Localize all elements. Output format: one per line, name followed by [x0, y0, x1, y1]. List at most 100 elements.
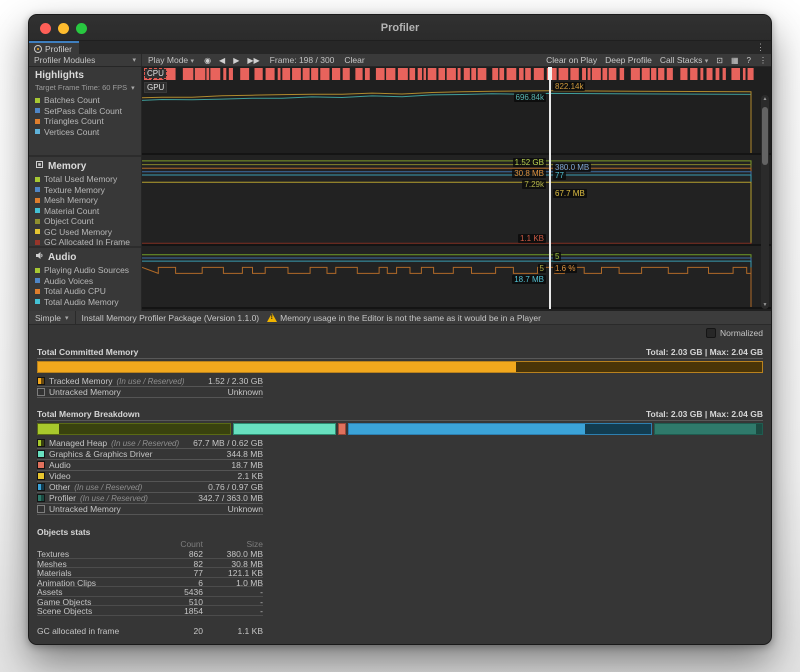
legend-label: Total Audio CPU [44, 286, 106, 297]
call-stacks-dropdown[interactable]: Call Stacks ▾ [656, 55, 712, 65]
objects-table-row: Meshes8230.8 MB [37, 559, 263, 569]
object-size: - [203, 587, 263, 597]
legend-item[interactable]: Vertices Count [35, 127, 141, 138]
breakdown-title: Total Memory Breakdown [37, 409, 140, 419]
memory-legend-swatch [37, 450, 45, 458]
memory-legend-label: Profiler [49, 493, 76, 503]
memory-legend-value: 344.8 MB [227, 449, 263, 459]
memory-legend-label: Graphics & Graphics Driver [49, 449, 152, 459]
memory-legend-label: Audio [49, 460, 71, 470]
gc-allocated-row: GC allocated in frame201.1 KB [37, 626, 263, 636]
object-count: 5436 [157, 587, 203, 597]
object-size: 1.1 KB [203, 626, 263, 636]
scrollbar-thumb[interactable] [762, 107, 768, 165]
legend-item[interactable]: Triangles Count [35, 116, 141, 127]
memory-legend-swatch [37, 483, 45, 491]
tab-bar: Profiler ⋮ [29, 41, 771, 54]
object-count: 20 [157, 626, 203, 636]
object-type: Animation Clips [37, 578, 157, 588]
module-header-audio[interactable]: Audio [35, 250, 141, 265]
object-type: GC allocated in frame [37, 626, 157, 636]
legend-item[interactable]: SetPass Calls Count [35, 106, 141, 117]
legend-swatch [35, 278, 40, 283]
playhead-frame-marker[interactable] [548, 67, 552, 80]
chart-module-highlights[interactable]: CPUGPU822.14k696.84k [142, 67, 771, 155]
cpu-track-label[interactable]: CPU [144, 68, 167, 79]
scroll-down-icon[interactable]: ▼ [761, 302, 769, 308]
chart-value-label: 822.14k [553, 82, 585, 91]
help-icon[interactable]: ? [743, 56, 755, 65]
object-size: - [203, 606, 263, 616]
gpu-track-label[interactable]: GPU [144, 82, 167, 93]
breakdown-segment-graphics-graphics-driver [233, 423, 336, 435]
committed-bar-fill [38, 362, 516, 372]
chart-vertical-scrollbar[interactable]: ▲▼ [761, 95, 769, 309]
clear-button[interactable]: Clear [340, 55, 368, 65]
memory-breakdown-bar [37, 423, 763, 435]
legend-item[interactable]: Total Audio CPU [35, 286, 141, 297]
minimize-window-button[interactable] [58, 23, 69, 34]
traffic-lights [40, 23, 87, 34]
objects-table-row: Scene Objects1854- [37, 606, 263, 616]
tab-profiler[interactable]: Profiler [29, 41, 79, 54]
legend-item[interactable]: Mesh Memory [35, 195, 141, 206]
current-frame-icon[interactable]: ▶▶ [243, 56, 263, 65]
chart-area[interactable]: CPUGPU822.14k696.84k1.52 GB380.0 MB30.8 … [142, 67, 771, 311]
object-size: 30.8 MB [203, 559, 263, 569]
load-profile-icon[interactable]: ⊡ [712, 56, 727, 65]
chart-value-label: 5 [553, 252, 561, 261]
legend-item[interactable]: Batches Count [35, 95, 141, 106]
normalized-checkbox[interactable] [706, 328, 716, 338]
module-header-highlights[interactable]: Highlights [35, 69, 141, 83]
legend-item[interactable]: Texture Memory [35, 185, 141, 196]
legend-item[interactable]: Total Used Memory [35, 174, 141, 185]
previous-frame-icon[interactable]: ◀ [215, 56, 229, 65]
target-frame-time-dropdown[interactable]: Target Frame Time: 60 FPS▾ [35, 83, 141, 95]
legend-item[interactable]: Object Count [35, 216, 141, 227]
column-header: Size [203, 539, 263, 549]
legend-item[interactable]: Playing Audio Sources [35, 265, 141, 276]
legend-label: Batches Count [44, 95, 100, 106]
close-window-button[interactable] [40, 23, 51, 34]
save-profile-icon[interactable]: ▦ [727, 56, 743, 65]
legend-item[interactable]: Total Audio Memory [35, 297, 141, 308]
segment-in-use [655, 424, 755, 434]
detail-view-dropdown[interactable]: Simple ▾ [29, 311, 76, 324]
tab-menu-icon[interactable]: ⋮ [756, 41, 765, 54]
normalized-label: Normalized [720, 328, 763, 338]
module-name: Audio [48, 252, 76, 263]
details-toolbar: Simple ▾ Install Memory Profiler Package… [29, 311, 771, 325]
toolbar-menu-icon[interactable]: ⋮ [755, 56, 771, 65]
segment-in-use [38, 424, 59, 434]
record-icon[interactable]: ◉ [200, 56, 215, 65]
install-memory-profiler-button[interactable]: Install Memory Profiler Package (Version… [76, 313, 266, 323]
chart-value-label: 1.1 KB [518, 234, 546, 243]
legend-item[interactable]: Material Count [35, 206, 141, 217]
memory-legend-label: Untracked Memory [49, 387, 121, 397]
profiler-modules-dropdown[interactable]: Profiler Modules ▾ [29, 54, 142, 66]
memory-legend-swatch [37, 472, 45, 480]
module-name: Highlights [35, 70, 84, 81]
normalized-row: Normalized [29, 325, 771, 341]
next-frame-icon[interactable]: ▶ [229, 56, 243, 65]
scroll-up-icon[interactable]: ▲ [761, 96, 769, 102]
playhead-line[interactable] [549, 67, 551, 309]
sidebar-module-audio: AudioPlaying Audio SourcesAudio VoicesTo… [29, 246, 141, 309]
objects-stats-table: CountSizeTextures862380.0 MBMeshes8230.8… [37, 539, 263, 635]
legend-item[interactable]: GC Used Memory [35, 227, 141, 238]
play-mode-dropdown[interactable]: Play Mode ▾ [142, 55, 200, 65]
legend-swatch [35, 177, 40, 182]
legend-item[interactable]: Audio Voices [35, 276, 141, 287]
chart-value-label: 67.7 MB [553, 189, 587, 198]
chart-value-label: 1.6 % [553, 264, 577, 273]
memory-legend-value: Unknown [228, 504, 263, 514]
zoom-window-button[interactable] [76, 23, 87, 34]
deep-profile-toggle[interactable]: Deep Profile [601, 55, 656, 65]
clear-on-play-toggle[interactable]: Clear on Play [542, 55, 601, 65]
window-titlebar[interactable]: Profiler [29, 15, 771, 41]
chart-module-memory[interactable]: 1.52 GB380.0 MB30.8 MB777.29k67.7 MB1.1 … [142, 155, 771, 246]
module-header-memory[interactable]: Memory [35, 159, 141, 174]
legend-item[interactable]: GC Allocated In Frame [35, 237, 141, 246]
chart-module-audio[interactable]: 551.6 %18.7 MB [142, 246, 771, 309]
column-header: Count [157, 539, 203, 549]
